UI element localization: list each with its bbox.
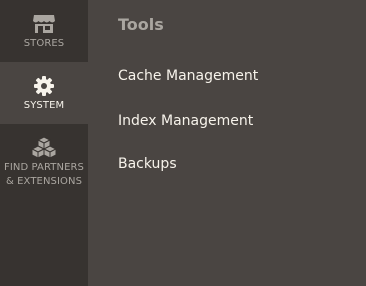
sidebar-item-label: SYSTEM (23, 100, 65, 111)
admin-sidebar: STORES SYSTEM FIND PARTNERS & EXTENSIONS (0, 0, 88, 286)
submenu-section-title: Tools (118, 15, 164, 34)
cubes-icon (30, 136, 58, 164)
sidebar-item-system[interactable]: SYSTEM (0, 62, 88, 124)
gear-icon (34, 76, 54, 100)
backups-link[interactable]: Backups (118, 156, 177, 172)
store-icon (33, 14, 55, 38)
sidebar-item-label: STORES (23, 38, 65, 49)
cache-management-link[interactable]: Cache Management (118, 68, 258, 84)
index-management-link[interactable]: Index Management (118, 113, 253, 129)
sidebar-item-label: FIND PARTNERS & EXTENSIONS (3, 162, 85, 187)
sidebar-item-find-partners[interactable]: FIND PARTNERS & EXTENSIONS (0, 124, 88, 196)
system-submenu-panel: Tools Cache Management Index Management … (88, 0, 366, 286)
sidebar-item-stores[interactable]: STORES (0, 0, 88, 62)
